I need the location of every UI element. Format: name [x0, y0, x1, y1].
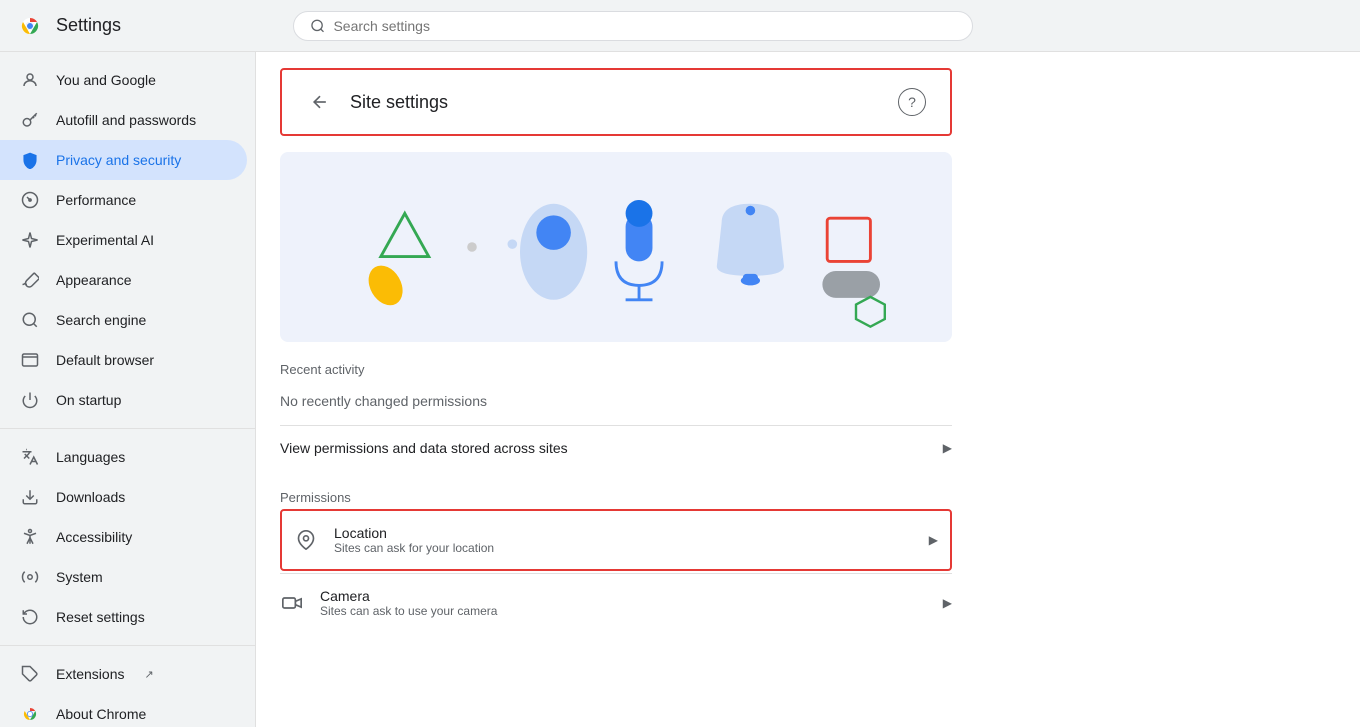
permissions-section: Permissions Location Sites can ask for: [256, 470, 976, 632]
sidebar-item-performance[interactable]: Performance: [0, 180, 247, 220]
permissions-label: Permissions: [280, 490, 952, 505]
no-activity-text: No recently changed permissions: [280, 385, 952, 417]
sidebar-label-languages: Languages: [56, 449, 125, 465]
sidebar-label-search-engine: Search engine: [56, 312, 146, 328]
search-icon: [310, 18, 325, 34]
recent-activity-section: Recent activity No recently changed perm…: [256, 342, 976, 470]
chrome-small-icon: [20, 704, 40, 724]
content-inner: Site settings ?: [256, 68, 976, 672]
content-area: Site settings ?: [256, 52, 1360, 727]
sidebar-label-reset-settings: Reset settings: [56, 609, 145, 625]
camera-name: Camera: [320, 588, 497, 604]
location-chevron-icon: ▶: [929, 533, 938, 547]
sidebar-label-on-startup: On startup: [56, 392, 121, 408]
sidebar-item-search-engine[interactable]: Search engine: [0, 300, 247, 340]
sidebar-label-experimental-ai: Experimental AI: [56, 232, 154, 248]
camera-icon: [280, 591, 304, 615]
location-icon: [294, 528, 318, 552]
search-bar[interactable]: [293, 11, 973, 41]
sidebar-item-downloads[interactable]: Downloads: [0, 477, 247, 517]
permission-row-location[interactable]: Location Sites can ask for your location…: [280, 509, 952, 571]
sidebar-label-default-browser: Default browser: [56, 352, 154, 368]
person-icon: [20, 70, 40, 90]
help-button[interactable]: ?: [898, 88, 926, 116]
question-mark-icon: ?: [908, 94, 916, 110]
sidebar-label-appearance: Appearance: [56, 272, 132, 288]
sidebar-item-about-chrome[interactable]: About Chrome: [0, 694, 247, 727]
sidebar-item-privacy-security[interactable]: Privacy and security: [0, 140, 247, 180]
sidebar-item-on-startup[interactable]: On startup: [0, 380, 247, 420]
sidebar-label-downloads: Downloads: [56, 489, 125, 505]
site-settings-title: Site settings: [350, 92, 448, 113]
illustration-svg: [280, 152, 952, 342]
sidebar-item-accessibility[interactable]: Accessibility: [0, 517, 247, 557]
sidebar-divider: [0, 428, 255, 429]
external-link-icon: ↗: [144, 668, 153, 681]
key-icon: [20, 110, 40, 130]
sidebar-label-accessibility: Accessibility: [56, 529, 132, 545]
puzzle-icon: [20, 664, 40, 684]
accessibility-icon: [20, 527, 40, 547]
top-bar: Settings: [0, 0, 1360, 52]
system-icon: [20, 567, 40, 587]
sparkle-icon: [20, 230, 40, 250]
sidebar-label-you-and-google: You and Google: [56, 72, 156, 88]
brush-icon: [20, 270, 40, 290]
translate-icon: [20, 447, 40, 467]
back-button[interactable]: [306, 88, 334, 116]
power-icon: [20, 390, 40, 410]
sidebar-item-autofill[interactable]: Autofill and passwords: [0, 100, 247, 140]
sidebar-label-performance: Performance: [56, 192, 136, 208]
sidebar-label-privacy-security: Privacy and security: [56, 152, 181, 168]
browser-icon: [20, 350, 40, 370]
permission-row-camera[interactable]: Camera Sites can ask to use your camera …: [280, 573, 952, 632]
sidebar-item-default-browser[interactable]: Default browser: [0, 340, 247, 380]
illustration-area: [280, 152, 952, 342]
permission-camera-text: Camera Sites can ask to use your camera: [320, 588, 497, 618]
sidebar-label-about-chrome: About Chrome: [56, 706, 146, 722]
sidebar-item-experimental-ai[interactable]: Experimental AI: [0, 220, 247, 260]
view-permissions-text: View permissions and data stored across …: [280, 440, 568, 456]
main-layout: You and Google Autofill and passwords Pr…: [0, 52, 1360, 727]
sidebar-item-system[interactable]: System: [0, 557, 247, 597]
view-permissions-row[interactable]: View permissions and data stored across …: [280, 425, 952, 470]
sidebar-item-languages[interactable]: Languages: [0, 437, 247, 477]
sidebar-item-reset-settings[interactable]: Reset settings: [0, 597, 247, 637]
permission-row-location-left: Location Sites can ask for your location: [294, 525, 494, 555]
location-desc: Sites can ask for your location: [334, 541, 494, 555]
shield-icon: [20, 150, 40, 170]
sidebar-label-autofill: Autofill and passwords: [56, 112, 196, 128]
sidebar: You and Google Autofill and passwords Pr…: [0, 52, 256, 727]
sidebar-label-system: System: [56, 569, 103, 585]
chrome-logo-icon: [16, 12, 44, 40]
permission-location-text: Location Sites can ask for your location: [334, 525, 494, 555]
sidebar-item-extensions[interactable]: Extensions ↗: [0, 654, 247, 694]
site-settings-header-left: Site settings: [306, 88, 448, 116]
download-icon: [20, 487, 40, 507]
permission-row-camera-left: Camera Sites can ask to use your camera: [280, 588, 497, 618]
back-arrow-icon: [310, 92, 330, 112]
search-input[interactable]: [333, 18, 956, 34]
recent-activity-label: Recent activity: [280, 362, 952, 377]
magnifier-icon: [20, 310, 40, 330]
sidebar-item-appearance[interactable]: Appearance: [0, 260, 247, 300]
site-settings-header: Site settings ?: [280, 68, 952, 136]
camera-chevron-icon: ▶: [943, 596, 952, 610]
reset-icon: [20, 607, 40, 627]
location-name: Location: [334, 525, 494, 541]
gauge-icon: [20, 190, 40, 210]
sidebar-divider-2: [0, 645, 255, 646]
chevron-right-icon: ▶: [943, 441, 952, 455]
settings-title: Settings: [56, 15, 121, 36]
camera-desc: Sites can ask to use your camera: [320, 604, 497, 618]
sidebar-label-extensions: Extensions: [56, 666, 124, 682]
sidebar-item-you-and-google[interactable]: You and Google: [0, 60, 247, 100]
